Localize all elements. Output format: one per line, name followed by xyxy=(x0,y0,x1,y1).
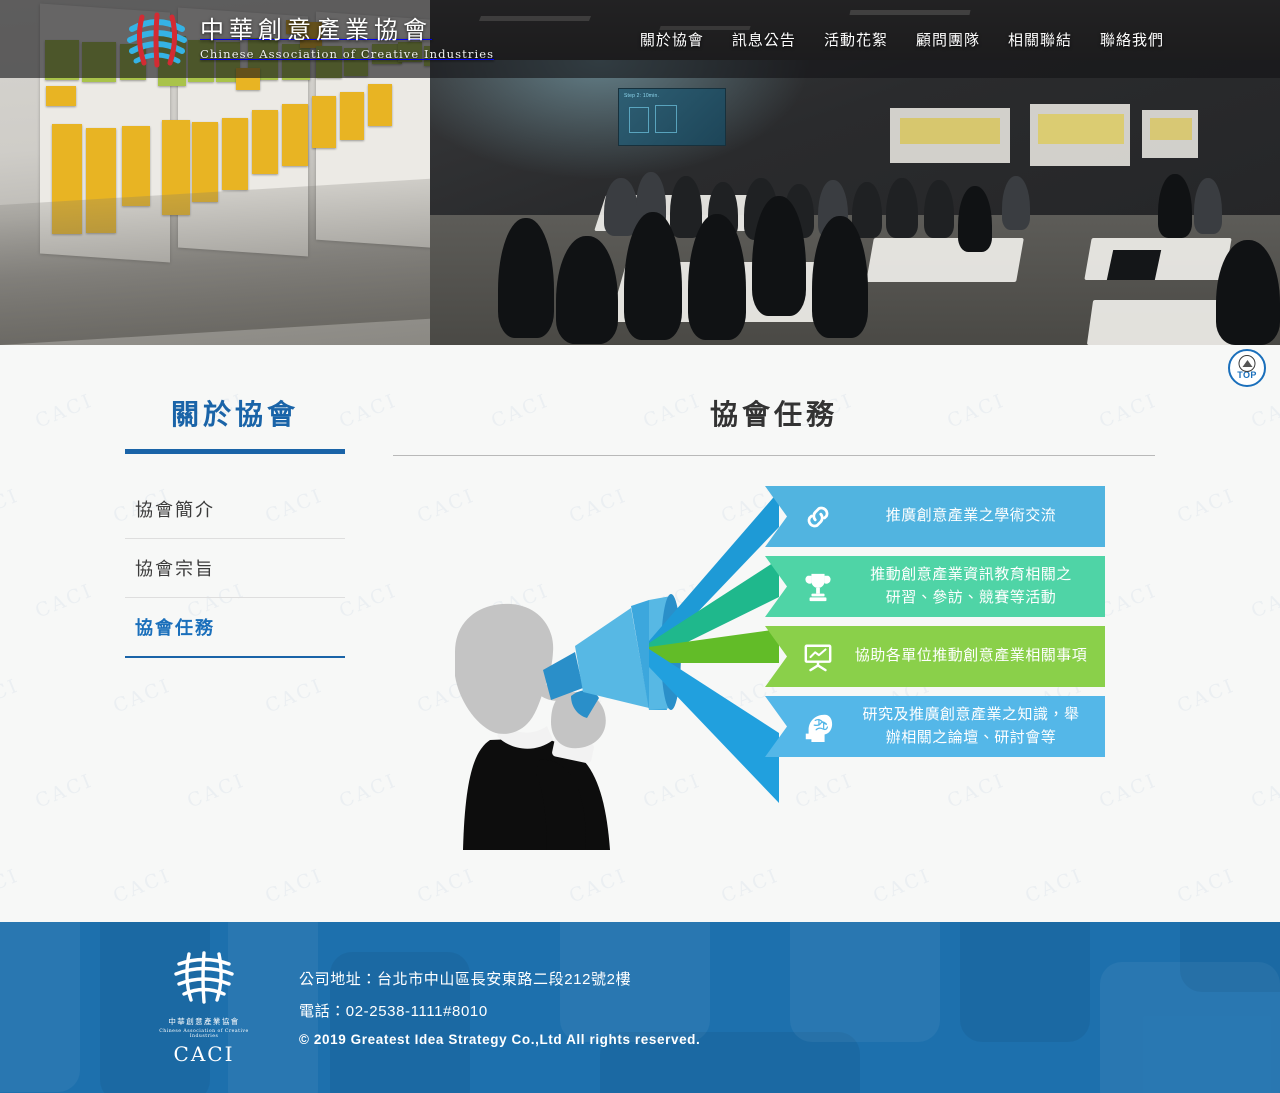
footer-phone: 電話：02-2538-1111#8010 xyxy=(299,1003,488,1020)
nav-item-advisors[interactable]: 顧問團隊 xyxy=(916,29,980,50)
footer-logo-abbr: CACI xyxy=(173,1041,235,1066)
brand-name-cn: 中華創意產業協會 xyxy=(200,15,432,44)
sidebar-item-intro[interactable]: 協會簡介 xyxy=(125,480,345,539)
watermark-text: CACI xyxy=(32,579,97,623)
watermark-text: CACI xyxy=(414,864,479,908)
brand-home-link[interactable]: 中華創意產業協會 Chinese Association of Creative… xyxy=(126,9,494,69)
brand-name-en: Chinese Association of Creative Industri… xyxy=(200,46,495,61)
watermark-text: CACI xyxy=(262,864,327,908)
title-divider xyxy=(393,455,1155,456)
sidebar-title: 關於協會 xyxy=(170,399,299,430)
sidebar: 關於協會 協會簡介 協會宗旨 協會任務 xyxy=(125,393,345,866)
site-footer: 中華創意產業協會 Chinese Association of Creative… xyxy=(0,922,1280,1093)
footer-copyright: © 2019 Greatest Idea Strategy Co.,Ltd Al… xyxy=(299,1032,701,1047)
watermark-text: CACI xyxy=(566,864,631,908)
watermark-text: CACI xyxy=(32,769,97,813)
watermark-text: CACI xyxy=(718,864,783,908)
watermark-text: CACI xyxy=(1174,864,1239,908)
watermark-text: CACI xyxy=(0,484,23,528)
watermark-text: CACI xyxy=(32,389,97,433)
footer-logo: 中華創意產業協會 Chinese Association of Creative… xyxy=(149,950,259,1066)
sidebar-item-mission[interactable]: 協會任務 xyxy=(125,598,345,658)
projector-screen: Step 2: 10min. xyxy=(618,88,726,146)
globe-logo-icon xyxy=(126,9,188,69)
nav-item-about[interactable]: 關於協會 xyxy=(640,29,704,50)
footer-address: 公司地址：台北市中山區長安東路二段212號2樓 xyxy=(299,971,632,988)
watermark-text: CACI xyxy=(1174,674,1239,718)
mission-text: 協助各單位推動創意產業相關事項 xyxy=(854,647,1088,665)
scroll-to-top-button[interactable]: TOP xyxy=(1228,349,1266,387)
nav-item-events[interactable]: 活動花絮 xyxy=(824,29,888,50)
watermark-text: CACI xyxy=(1248,579,1280,623)
hero-banner: Step 2: 10min. 中華創意產業協會 Chinese Associat… xyxy=(0,0,1280,345)
trophy-icon xyxy=(795,571,841,603)
caci-globe-icon xyxy=(174,950,234,1004)
mission-bar[interactable]: 推動創意產業資訊教育相關之 研習、參訪、競賽等活動 xyxy=(765,556,1105,617)
watermark-text: CACI xyxy=(1022,864,1087,908)
watermark-text: CACI xyxy=(1248,769,1280,813)
mission-bar[interactable]: 協助各單位推動創意產業相關事項 xyxy=(765,626,1105,687)
watermark-text: CACI xyxy=(0,674,23,718)
site-header: 中華創意產業協會 Chinese Association of Creative… xyxy=(0,0,1280,78)
footer-inner: 中華創意產業協會 Chinese Association of Creative… xyxy=(125,922,1155,1093)
link-icon xyxy=(795,502,841,532)
footer-logo-en: Chinese Association of Creative Industri… xyxy=(159,1028,249,1039)
mission-bar[interactable]: 研究及推廣創意產業之知識，舉 辦相關之論壇、研討會等 xyxy=(765,696,1105,757)
nav-item-links[interactable]: 相關聯結 xyxy=(1008,29,1072,50)
main-content: CACI CACI CACI CACI CACI CACI CACI CACI CACI CACI… xyxy=(0,345,1280,922)
mission-text: 研究及推廣創意產業之知識，舉 辦相關之論壇、研討會等 xyxy=(862,706,1080,746)
mission-text: 推動創意產業資訊教育相關之 研習、參訪、競賽等活動 xyxy=(870,566,1072,606)
sidebar-title-divider xyxy=(125,449,345,454)
watermark-text: CACI xyxy=(0,864,23,908)
content-wrapper: 關於協會 協會簡介 協會宗旨 協會任務 協會任務 推廣創意產業之學術交流 推動創… xyxy=(125,345,1155,866)
mission-infographic: 推廣創意產業之學術交流 推動創意產業資訊教育相關之 研習、參訪、競賽等活動 協助… xyxy=(393,486,1155,866)
watermark-text: CACI xyxy=(1248,389,1280,433)
brain-head-icon xyxy=(795,711,841,743)
nav-item-news[interactable]: 訊息公告 xyxy=(732,29,796,50)
page-root: Step 2: 10min. 中華創意產業協會 Chinese Associat… xyxy=(0,0,1280,1093)
watermark-text: CACI xyxy=(110,864,175,908)
presentation-chart-icon xyxy=(795,642,841,672)
projector-step-text: Step 2: 10min. xyxy=(624,93,660,99)
mission-bars: 推廣創意產業之學術交流 推動創意產業資訊教育相關之 研習、參訪、競賽等活動 協助… xyxy=(765,486,1105,766)
mission-text: 推廣創意產業之學術交流 xyxy=(885,507,1057,525)
sidebar-item-purpose[interactable]: 協會宗旨 xyxy=(125,539,345,598)
main-navigation: 關於協會 訊息公告 活動花絮 顧問團隊 相關聯結 聯絡我們 xyxy=(640,29,1164,50)
page-title: 協會任務 xyxy=(709,399,838,430)
watermark-text: CACI xyxy=(870,864,935,908)
brand-text: 中華創意產業協會 Chinese Association of Creative… xyxy=(200,18,494,61)
nav-item-contact[interactable]: 聯絡我們 xyxy=(1100,29,1164,50)
mission-connector-rays xyxy=(649,491,779,811)
article: 協會任務 推廣創意產業之學術交流 推動創意產業資訊教育相關之 研習、參訪、競賽等… xyxy=(393,393,1155,866)
man-with-megaphone-icon xyxy=(435,590,685,850)
footer-contact-info: 公司地址：台北市中山區長安東路二段212號2樓 電話：02-2538-1111#… xyxy=(299,968,700,1047)
footer-logo-cn: 中華創意產業協會 xyxy=(168,1016,240,1026)
watermark-text: CACI xyxy=(1174,484,1239,528)
arrow-up-circle-icon xyxy=(1238,355,1256,372)
mission-bar[interactable]: 推廣創意產業之學術交流 xyxy=(765,486,1105,547)
